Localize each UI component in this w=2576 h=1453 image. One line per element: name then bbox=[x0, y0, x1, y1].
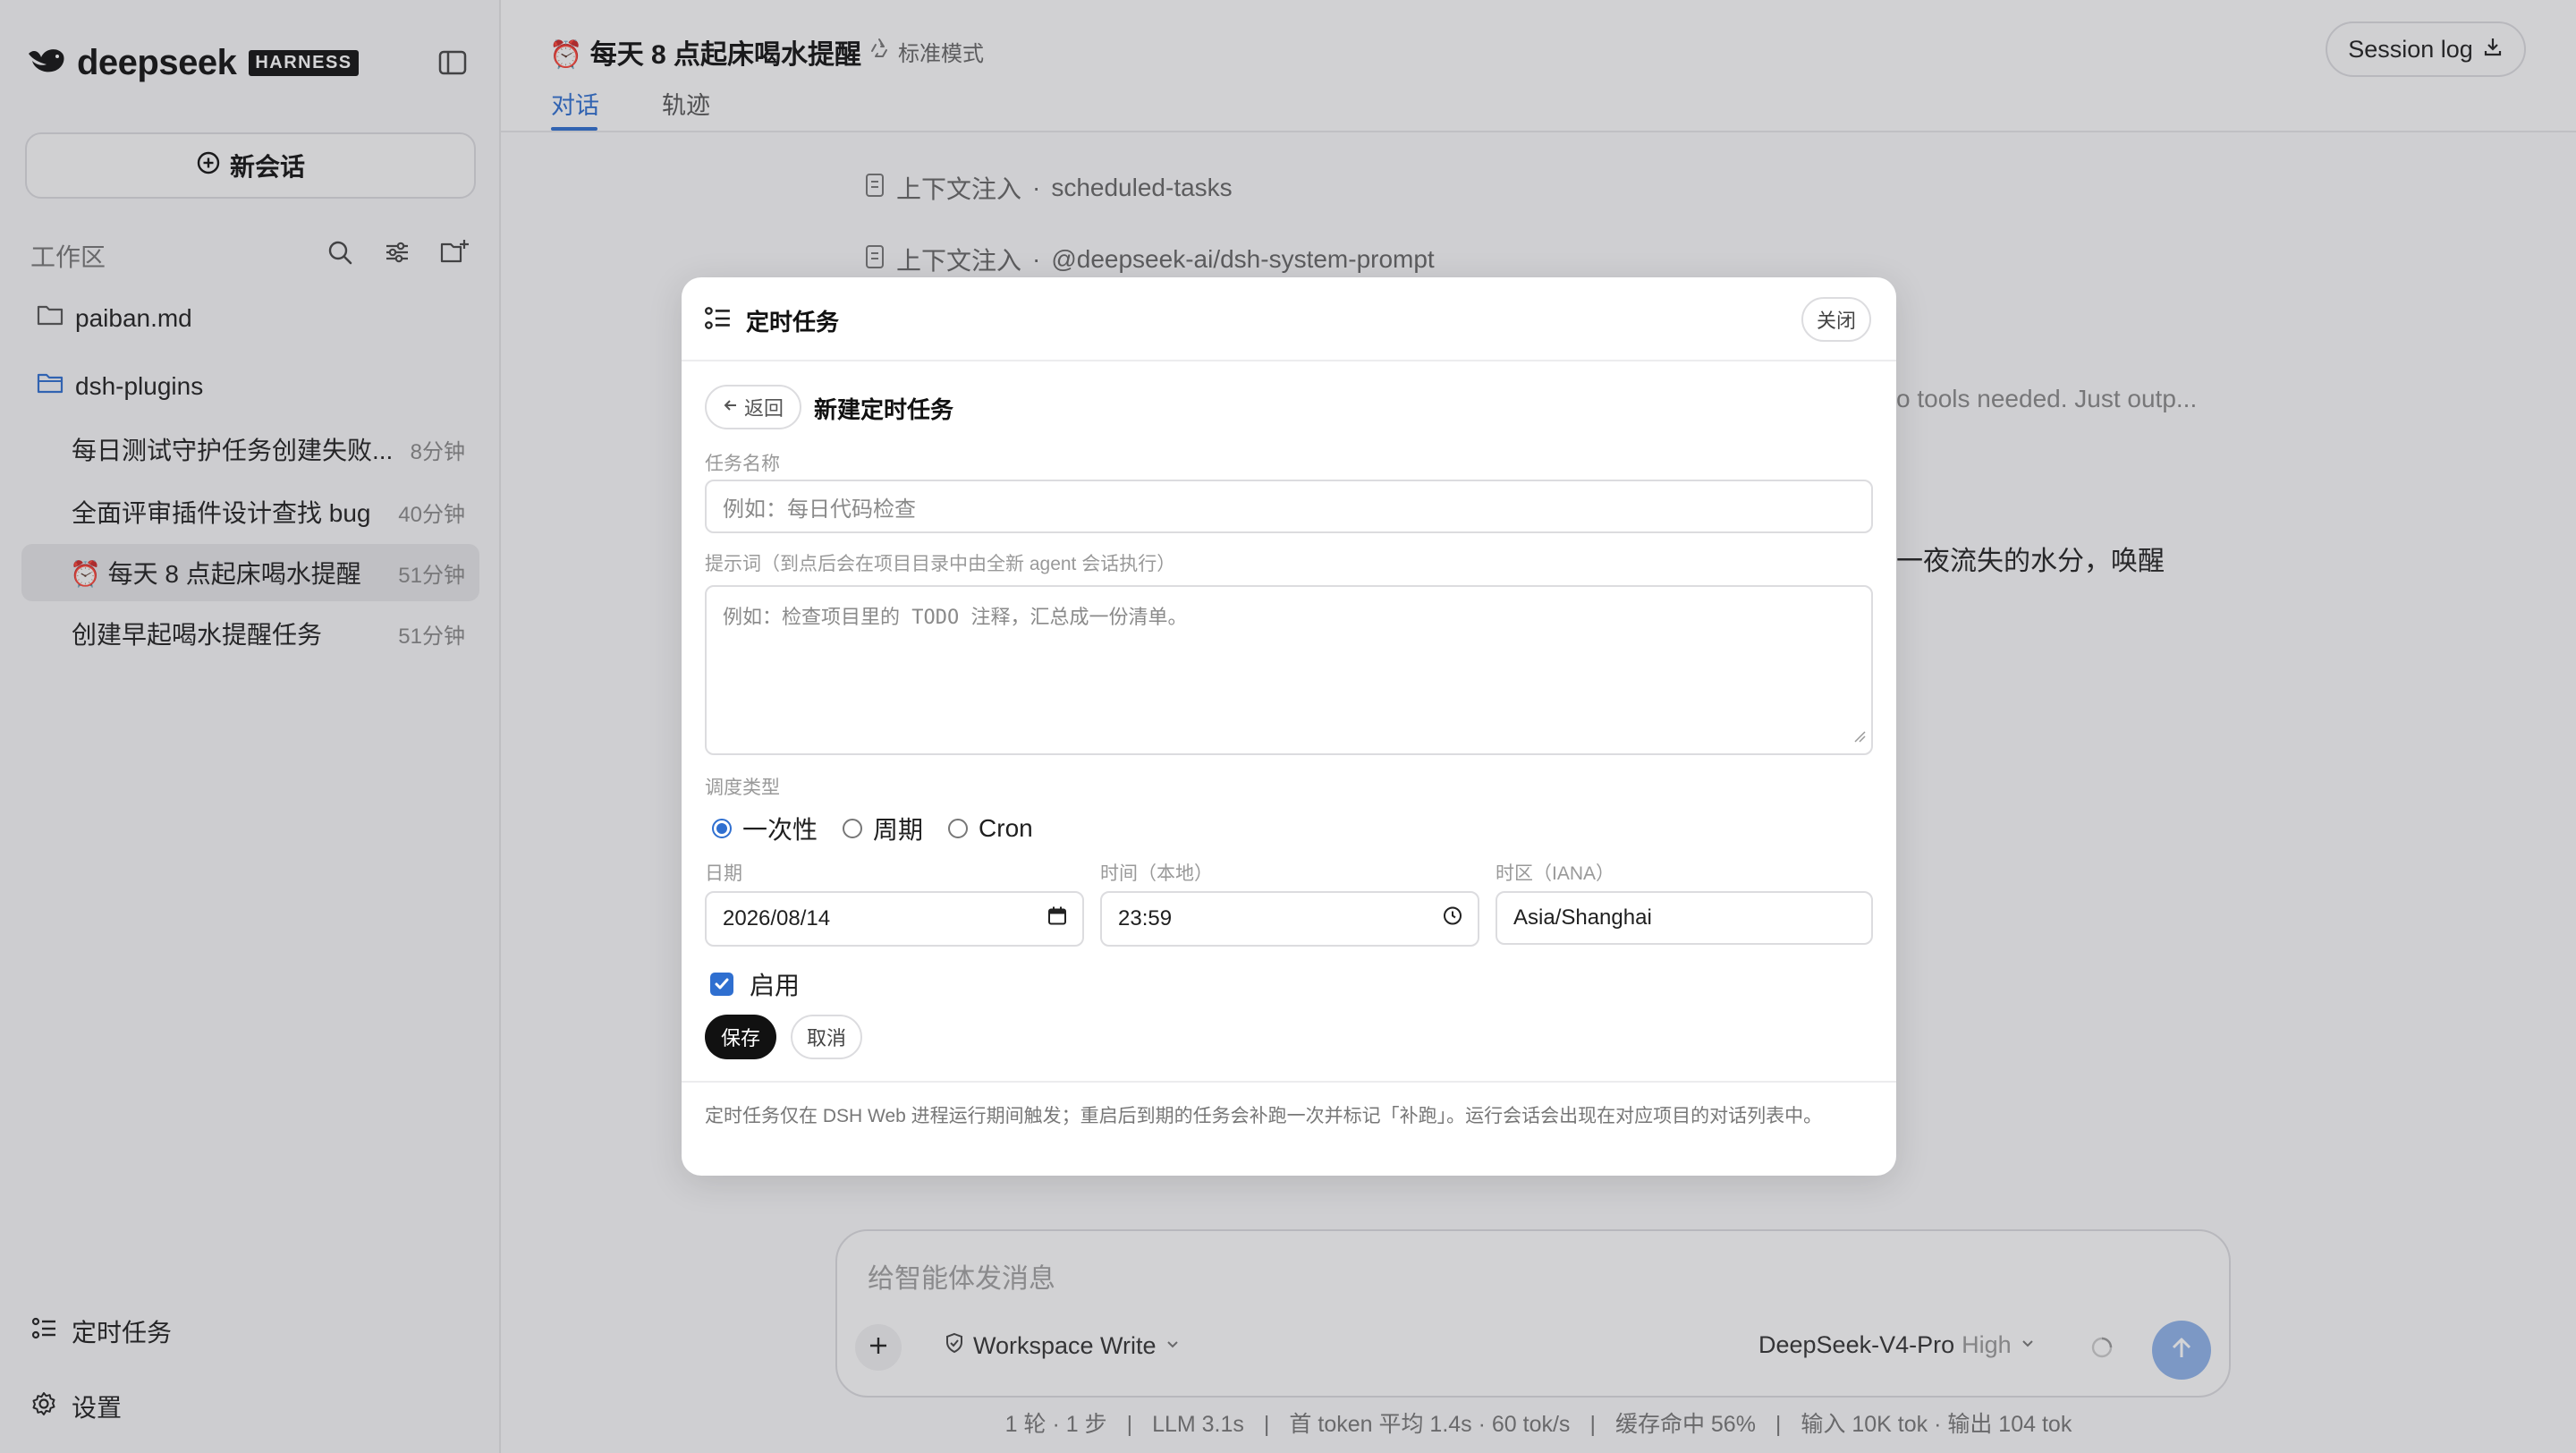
checkbox-checked[interactable] bbox=[710, 973, 733, 996]
radio-once[interactable]: 一次性 bbox=[712, 811, 818, 846]
resize-handle-icon[interactable] bbox=[1853, 726, 1866, 748]
back-label: 返回 bbox=[743, 397, 784, 420]
back-button[interactable]: 返回 bbox=[705, 385, 801, 429]
scheduled-task-dialog: 定时任务 关闭 返回 新建定时任务 任务名称 例如：每日代码检查 提示词（到点后… bbox=[682, 277, 1896, 1176]
task-name-label: 任务名称 bbox=[705, 454, 780, 474]
task-name-input[interactable]: 例如：每日代码检查 bbox=[705, 480, 1873, 533]
enabled-label: 启用 bbox=[750, 972, 801, 999]
close-button[interactable]: 关闭 bbox=[1801, 297, 1871, 342]
clock-icon[interactable] bbox=[1442, 905, 1463, 933]
radio-cron[interactable]: Cron bbox=[948, 814, 1033, 843]
dialog-title: 定时任务 bbox=[746, 309, 840, 336]
timezone-input[interactable]: Asia/Shanghai bbox=[1496, 891, 1873, 945]
dialog-header: 定时任务 关闭 bbox=[682, 277, 1896, 361]
prompt-label: 提示词（到点后会在项目目录中由全新 agent 会话执行） bbox=[705, 554, 1176, 574]
date-input[interactable]: 2026/08/14 bbox=[705, 891, 1084, 947]
timezone-label: 时区（IANA） bbox=[1496, 863, 1615, 884]
calendar-icon[interactable] bbox=[1046, 905, 1068, 933]
radio-label: 一次性 bbox=[742, 816, 818, 844]
prompt-textarea[interactable]: 例如：检查项目里的 TODO 注释，汇总成一份清单。 bbox=[705, 585, 1873, 755]
date-value: 2026/08/14 bbox=[723, 906, 831, 930]
radio-label: Cron bbox=[979, 814, 1033, 842]
dialog-footer: 定时任务仅在 DSH Web 进程运行期间触发；重启后到期的任务会补跑一次并标记… bbox=[682, 1081, 1896, 1176]
radio-button[interactable] bbox=[843, 819, 863, 838]
arrow-left-icon bbox=[723, 395, 739, 419]
task-list-icon bbox=[703, 304, 732, 337]
cancel-button[interactable]: 取消 bbox=[791, 1015, 862, 1059]
footnote-text: 定时任务仅在 DSH Web 进程运行期间触发；重启后到期的任务会补跑一次并标记… bbox=[705, 1106, 1823, 1126]
prompt-placeholder: 例如：检查项目里的 TODO 注释，汇总成一份清单。 bbox=[723, 607, 1188, 629]
radio-label: 周期 bbox=[873, 816, 924, 844]
form-title: 新建定时任务 bbox=[814, 396, 954, 423]
time-value: 23:59 bbox=[1118, 906, 1173, 930]
schedule-type-label: 调度类型 bbox=[705, 777, 780, 798]
radio-periodic[interactable]: 周期 bbox=[843, 811, 923, 846]
radio-button-selected[interactable] bbox=[712, 819, 732, 838]
date-label: 日期 bbox=[705, 863, 742, 884]
radio-button[interactable] bbox=[948, 819, 969, 838]
enabled-toggle[interactable]: 启用 bbox=[710, 966, 800, 1002]
time-input[interactable]: 23:59 bbox=[1100, 891, 1479, 947]
save-button[interactable]: 保存 bbox=[705, 1015, 776, 1059]
schedule-type-group: 一次性 周期 Cron bbox=[712, 811, 1058, 846]
time-label: 时间（本地） bbox=[1100, 863, 1213, 884]
